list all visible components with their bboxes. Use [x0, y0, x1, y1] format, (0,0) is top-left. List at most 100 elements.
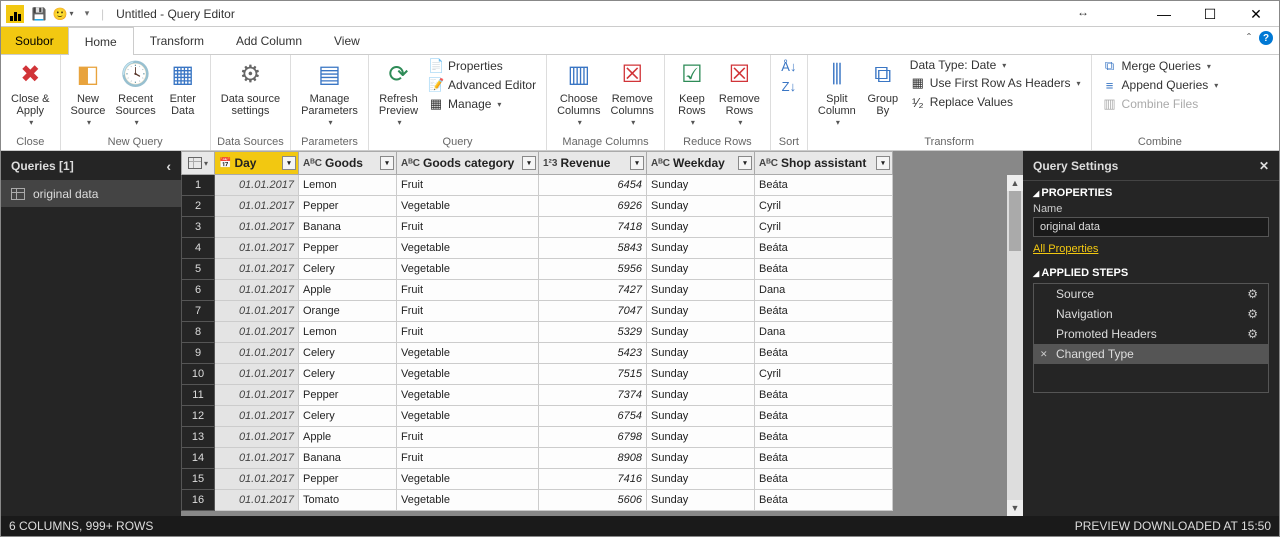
table-row[interactable]: 901.01.2017CeleryVegetable5423SundayBeát… — [181, 343, 1023, 364]
data-source-settings-button[interactable]: ⚙Data source settings — [217, 57, 284, 119]
cell[interactable]: 8908 — [539, 448, 647, 469]
cell[interactable]: 7047 — [539, 301, 647, 322]
cell[interactable]: Vegetable — [397, 385, 539, 406]
cell[interactable]: 5843 — [539, 238, 647, 259]
filter-icon[interactable]: ▾ — [282, 156, 296, 170]
table-row[interactable]: 1401.01.2017BananaFruit8908SundayBeáta — [181, 448, 1023, 469]
corner-button[interactable]: ▾ — [181, 151, 215, 175]
cell[interactable]: Beáta — [755, 175, 893, 196]
cell[interactable]: 7416 — [539, 469, 647, 490]
row-number[interactable]: 6 — [181, 280, 215, 301]
cell[interactable]: Dana — [755, 322, 893, 343]
cell[interactable]: Beáta — [755, 406, 893, 427]
step-navigation[interactable]: Navigation⚙ — [1034, 304, 1268, 324]
append-queries-button[interactable]: ≡Append Queries▾ — [1098, 76, 1223, 94]
table-row[interactable]: 1301.01.2017AppleFruit6798SundayBeáta — [181, 427, 1023, 448]
scroll-up-icon[interactable]: ▲ — [1007, 175, 1023, 191]
gear-icon[interactable]: ⚙ — [1247, 287, 1258, 301]
cell[interactable]: Fruit — [397, 427, 539, 448]
table-row[interactable]: 1501.01.2017PepperVegetable7416SundayBeá… — [181, 469, 1023, 490]
choose-columns-button[interactable]: ▥Choose Columns▾ — [553, 57, 604, 130]
cell[interactable]: 01.01.2017 — [215, 259, 299, 280]
cell[interactable]: Sunday — [647, 364, 755, 385]
use-first-row-button[interactable]: ▦Use First Row As Headers▾ — [906, 74, 1085, 92]
cell[interactable]: Sunday — [647, 280, 755, 301]
tab-transform[interactable]: Transform — [134, 27, 220, 54]
close-button[interactable]: ✕ — [1233, 1, 1279, 27]
cell[interactable]: 01.01.2017 — [215, 364, 299, 385]
save-icon[interactable]: 💾 — [29, 4, 49, 24]
data-type-button[interactable]: Data Type: Date▾ — [906, 57, 1085, 73]
table-row[interactable]: 1601.01.2017TomatoVegetable5606SundayBeá… — [181, 490, 1023, 511]
query-item-original-data[interactable]: original data — [1, 181, 181, 207]
collapse-pane-icon[interactable]: ‹ — [166, 158, 171, 174]
split-column-button[interactable]: ⫼Split Column▾ — [814, 57, 860, 130]
row-number[interactable]: 11 — [181, 385, 215, 406]
cell[interactable]: 01.01.2017 — [215, 385, 299, 406]
tab-view[interactable]: View — [318, 27, 376, 54]
column-header-goods-category[interactable]: AᴮCGoods category▾ — [397, 151, 539, 175]
cell[interactable]: Sunday — [647, 469, 755, 490]
column-header-day[interactable]: 📅Day▾ — [215, 151, 299, 175]
cell[interactable]: Fruit — [397, 448, 539, 469]
cell[interactable]: 01.01.2017 — [215, 406, 299, 427]
cell[interactable]: Sunday — [647, 406, 755, 427]
filter-icon[interactable]: ▾ — [630, 156, 644, 170]
cell[interactable]: Sunday — [647, 196, 755, 217]
cell[interactable]: Beáta — [755, 490, 893, 511]
vertical-scrollbar[interactable]: ▲ ▼ — [1007, 175, 1023, 516]
row-number[interactable]: 14 — [181, 448, 215, 469]
cell[interactable]: Fruit — [397, 280, 539, 301]
cell[interactable]: Sunday — [647, 448, 755, 469]
table-row[interactable]: 801.01.2017LemonFruit5329SundayDana — [181, 322, 1023, 343]
cell[interactable]: 01.01.2017 — [215, 427, 299, 448]
cell[interactable]: Dana — [755, 280, 893, 301]
filter-icon[interactable]: ▾ — [738, 156, 752, 170]
cell[interactable]: 01.01.2017 — [215, 343, 299, 364]
table-row[interactable]: 101.01.2017LemonFruit6454SundayBeáta — [181, 175, 1023, 196]
applied-steps-title[interactable]: APPLIED STEPS — [1033, 267, 1269, 279]
cell[interactable]: Celery — [299, 259, 397, 280]
step-changed-type[interactable]: Changed Type — [1034, 344, 1268, 364]
tab-home[interactable]: Home — [68, 27, 134, 55]
cell[interactable]: Sunday — [647, 343, 755, 364]
cell[interactable]: 5423 — [539, 343, 647, 364]
cell[interactable]: Banana — [299, 217, 397, 238]
cell[interactable]: Lemon — [299, 322, 397, 343]
cell[interactable]: Beáta — [755, 238, 893, 259]
cell[interactable]: Fruit — [397, 322, 539, 343]
minimize-button[interactable]: — — [1141, 1, 1187, 27]
table-row[interactable]: 501.01.2017CeleryVegetable5956SundayBeát… — [181, 259, 1023, 280]
manage-parameters-button[interactable]: ▤Manage Parameters▾ — [297, 57, 362, 130]
step-promoted-headers[interactable]: Promoted Headers⚙ — [1034, 324, 1268, 344]
new-source-button[interactable]: ◧New Source▾ — [67, 57, 110, 130]
query-name-input[interactable] — [1033, 217, 1269, 237]
cell[interactable]: Sunday — [647, 427, 755, 448]
cell[interactable]: Apple — [299, 280, 397, 301]
cell[interactable]: Fruit — [397, 175, 539, 196]
table-row[interactable]: 301.01.2017BananaFruit7418SundayCyril — [181, 217, 1023, 238]
cell[interactable]: 7418 — [539, 217, 647, 238]
group-by-button[interactable]: ⧉Group By — [862, 57, 904, 119]
cell[interactable]: Vegetable — [397, 343, 539, 364]
cell[interactable]: Fruit — [397, 301, 539, 322]
cell[interactable]: Cyril — [755, 364, 893, 385]
cell[interactable]: Sunday — [647, 259, 755, 280]
cell[interactable]: Sunday — [647, 322, 755, 343]
gear-icon[interactable]: ⚙ — [1247, 327, 1258, 341]
close-settings-icon[interactable]: ✕ — [1259, 159, 1269, 173]
cell[interactable]: Vegetable — [397, 196, 539, 217]
recent-sources-button[interactable]: 🕓Recent Sources▾ — [111, 57, 159, 130]
step-source[interactable]: Source⚙ — [1034, 284, 1268, 304]
cell[interactable]: Celery — [299, 343, 397, 364]
cell[interactable]: Vegetable — [397, 238, 539, 259]
cell[interactable]: 01.01.2017 — [215, 301, 299, 322]
keep-rows-button[interactable]: ☑Keep Rows▾ — [671, 57, 713, 130]
close-apply-button[interactable]: ✖Close & Apply▾ — [7, 57, 54, 130]
column-header-revenue[interactable]: 1²3Revenue▾ — [539, 151, 647, 175]
cell[interactable]: Vegetable — [397, 259, 539, 280]
scrollbar-thumb[interactable] — [1009, 191, 1021, 251]
cell[interactable]: Cyril — [755, 217, 893, 238]
maximize-button[interactable]: ☐ — [1187, 1, 1233, 27]
cell[interactable]: Beáta — [755, 469, 893, 490]
